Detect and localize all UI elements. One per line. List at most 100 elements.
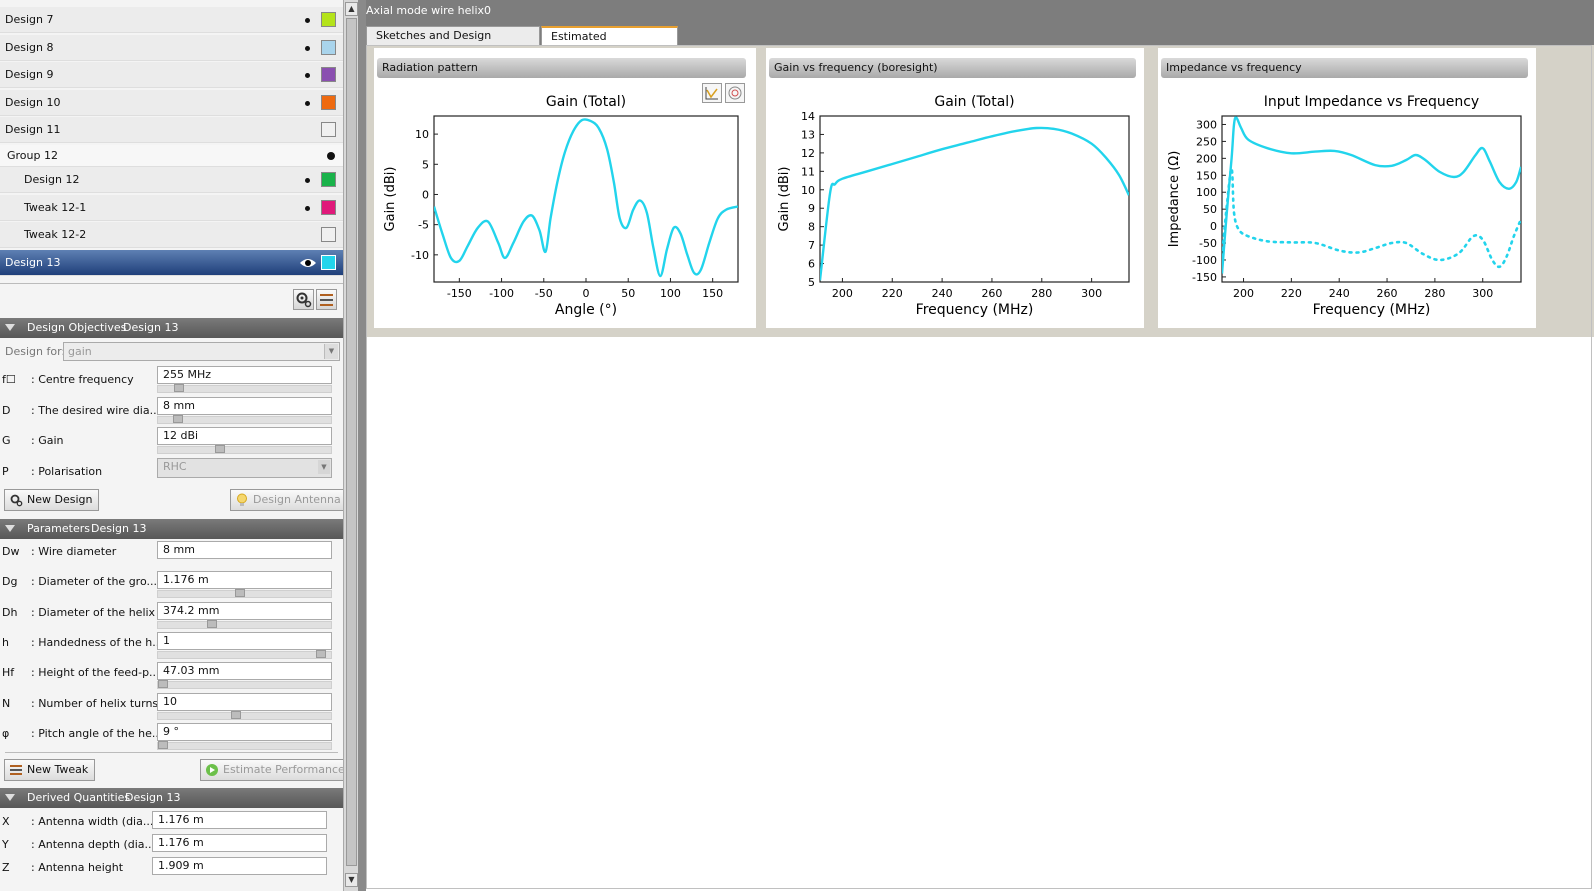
tab-sketches[interactable]: Sketches and Design guidelines — [366, 26, 540, 60]
color-swatch[interactable] — [321, 12, 336, 27]
design-list-item[interactable]: Design 12 — [0, 167, 343, 193]
new-design-button[interactable]: New Design — [4, 489, 100, 511]
y-tick-label: 5 — [422, 158, 429, 171]
x-tick-label: 50 — [621, 287, 635, 300]
design-objectives-header[interactable]: Design Objectives Design 13 — [0, 318, 343, 338]
y-tick-label: 14 — [801, 110, 815, 123]
visibility-dot-icon[interactable] — [305, 73, 310, 78]
section-title: Parameters — [27, 522, 90, 535]
design-list-item[interactable]: Tweak 12-1 — [0, 195, 343, 221]
design-list-item[interactable]: Tweak 12-2 — [0, 222, 343, 248]
parameter-slider[interactable] — [157, 445, 332, 454]
scroll-up-icon[interactable]: ▲ — [345, 2, 358, 16]
color-swatch[interactable] — [321, 172, 336, 187]
parameter-value-field[interactable]: 12 dBi — [157, 427, 332, 445]
parameter-slider[interactable] — [157, 619, 332, 629]
y-tick-label: 12 — [801, 147, 815, 160]
slider-handle[interactable] — [158, 680, 168, 689]
group-dot-icon[interactable] — [327, 152, 335, 160]
design-list-item[interactable]: Design 10 — [0, 90, 343, 116]
parameter-slider[interactable] — [157, 414, 332, 424]
x-axis-label: Angle (°) — [555, 302, 617, 318]
color-swatch[interactable] — [321, 200, 336, 215]
color-swatch[interactable] — [321, 122, 336, 137]
color-swatch[interactable] — [321, 40, 336, 55]
design-list-item[interactable]: Design 13 — [0, 250, 343, 276]
design-item-label: Design 13 — [5, 256, 61, 269]
parameter-slider[interactable] — [157, 740, 332, 750]
color-swatch[interactable] — [321, 255, 336, 270]
scroll-down-icon[interactable]: ▼ — [345, 873, 358, 887]
settings-button[interactable] — [293, 289, 314, 310]
parameter-value-field[interactable]: 47.03 mm — [157, 662, 332, 681]
design-list-item[interactable]: Design 11 — [0, 117, 343, 143]
parameter-value-field[interactable]: 9 ° — [157, 722, 332, 741]
slider-handle[interactable] — [231, 710, 242, 719]
parameter-symbol: Dh — [2, 605, 18, 619]
parameter-row: P: Polarisation RHC ▼ — [0, 457, 343, 488]
derived-quantities-header[interactable]: Derived Quantities Design 13 — [0, 788, 343, 808]
design-item-label: Tweak 12-2 — [24, 228, 87, 241]
y-tick-label: 11 — [801, 165, 815, 178]
y-axis-label: Impedance (Ω) — [1167, 151, 1182, 248]
panel-title: Impedance vs frequency — [1161, 58, 1528, 78]
visibility-dot-icon[interactable] — [305, 46, 310, 51]
parameter-value-field[interactable]: 8 mm — [157, 396, 332, 415]
collapse-icon — [5, 794, 15, 801]
parameter-row: N: Number of helix turns 10 — [0, 692, 343, 723]
eye-icon[interactable] — [299, 257, 317, 269]
parameter-value-field[interactable]: 1.909 m — [152, 857, 327, 875]
design-list-item[interactable]: Design 9 — [0, 62, 343, 88]
estimate-performance-button[interactable]: Estimate Performance — [200, 759, 343, 781]
slider-handle[interactable] — [234, 589, 245, 598]
visibility-dot-icon[interactable] — [305, 101, 310, 106]
slider-handle[interactable] — [206, 619, 217, 628]
parameter-value-field[interactable]: 1 — [157, 631, 332, 650]
left-sidebar: Design 7 Design 8 Design 9 Design 10 Design … — [0, 0, 343, 891]
design-for-label: Design for: — [5, 345, 66, 358]
visibility-dot-icon[interactable] — [305, 178, 310, 183]
parameter-value-field[interactable]: 10 — [157, 692, 332, 711]
slider-handle[interactable] — [158, 740, 168, 749]
parameter-slider[interactable] — [157, 589, 332, 599]
tab-estimated-performance[interactable]: Estimated Performance — [541, 26, 678, 61]
parameter-value-field[interactable]: 1.176 m — [152, 811, 327, 829]
splitter[interactable] — [358, 0, 366, 891]
visibility-dot-icon[interactable] — [305, 18, 310, 23]
design-item-label: Design 11 — [5, 123, 61, 136]
slider-handle[interactable] — [215, 445, 226, 453]
parameter-slider[interactable] — [157, 384, 332, 393]
parameter-slider[interactable] — [157, 649, 332, 659]
x-tick-label: -100 — [489, 287, 514, 300]
new-tweak-button[interactable]: New Tweak — [4, 759, 96, 781]
parameter-value-field[interactable]: 255 MHz — [157, 366, 332, 384]
scroll-thumb[interactable] — [346, 18, 357, 866]
x-tick-label: 280 — [1424, 287, 1445, 300]
parameter-value-field[interactable]: 1.176 m — [157, 571, 332, 590]
list-options-button[interactable] — [316, 289, 337, 310]
color-swatch[interactable] — [321, 67, 336, 82]
visibility-dot-icon[interactable] — [305, 206, 310, 211]
design-list-item[interactable]: Design 7 — [0, 7, 343, 33]
parameter-slider[interactable] — [157, 710, 332, 720]
design-list-item[interactable]: Design 8 — [0, 35, 343, 61]
color-swatch[interactable] — [321, 227, 336, 242]
parameter-value-field[interactable]: 8 mm — [157, 541, 332, 559]
color-swatch[interactable] — [321, 95, 336, 110]
design-antenna-button[interactable]: Design Antenna — [230, 489, 343, 511]
parameters-header[interactable]: Parameters Design 13 — [0, 519, 343, 539]
parameter-value: 1 — [163, 633, 170, 647]
slider-handle[interactable] — [172, 414, 183, 423]
chart-title: Input Impedance vs Frequency — [1264, 94, 1479, 110]
parameter-value-field[interactable]: 1.176 m — [152, 834, 327, 852]
parameter-slider[interactable] — [157, 680, 332, 690]
parameter-description: : Antenna depth (dia... — [31, 838, 156, 851]
slider-handle[interactable] — [174, 384, 185, 392]
polarisation-select[interactable]: RHC ▼ — [157, 457, 332, 478]
design-for-select[interactable]: gain ▼ — [63, 342, 340, 361]
design-list-item[interactable]: Group 12 — [0, 145, 343, 167]
y-tick-label: 250 — [1196, 135, 1217, 148]
slider-handle[interactable] — [316, 649, 327, 658]
parameter-value-field[interactable]: 374.2 mm — [157, 601, 332, 620]
sidebar-scrollbar[interactable]: ▲ ▼ — [343, 0, 359, 891]
